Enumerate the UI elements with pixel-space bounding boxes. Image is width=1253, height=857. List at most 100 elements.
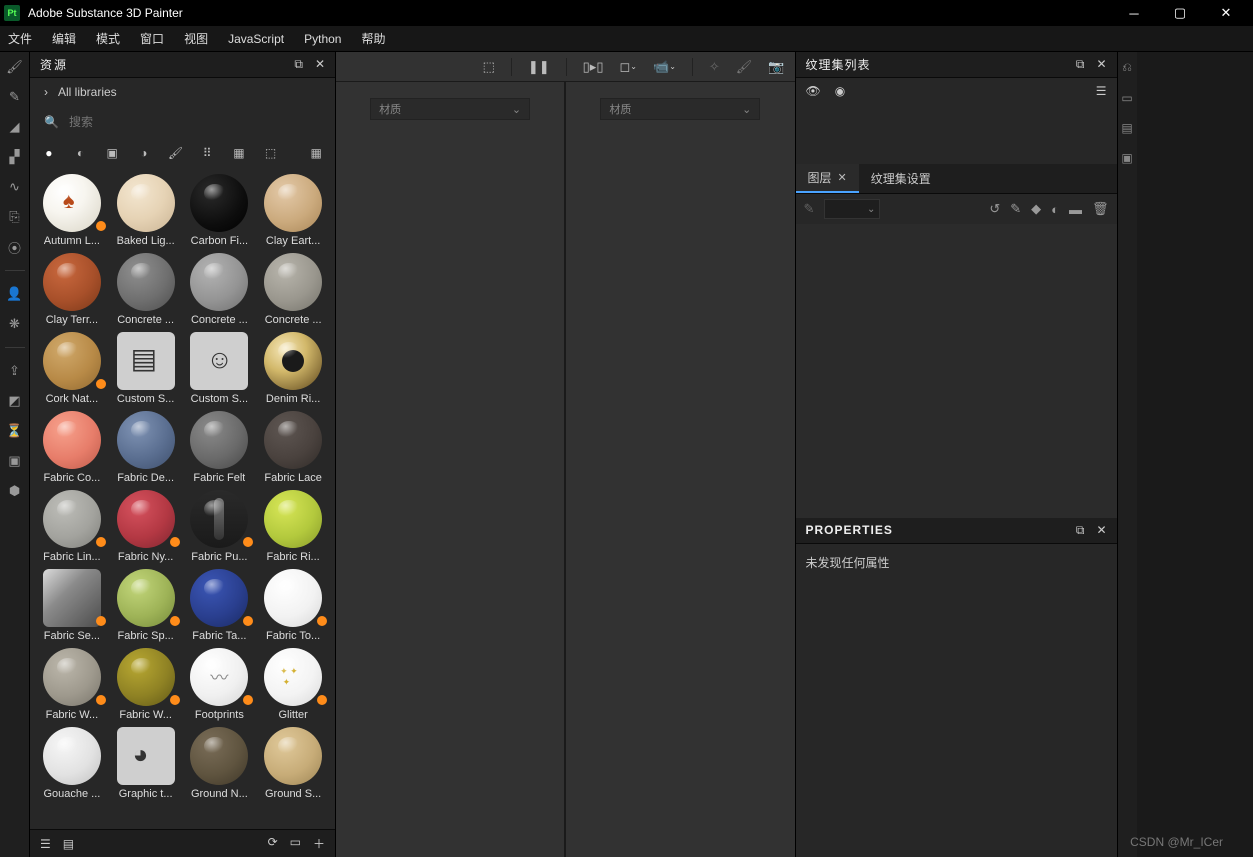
material-item[interactable]: Fabric Pu... [186,490,254,563]
projection-tool-icon[interactable]: ◢ [6,118,24,136]
effects-icon[interactable]: ◐ [1051,202,1059,217]
menu-python[interactable]: Python [304,32,341,46]
menu-view[interactable]: 视图 [184,30,208,47]
material-item[interactable]: Fabric Ta... [186,569,254,642]
menu-mode[interactable]: 模式 [96,30,120,47]
material-item[interactable]: ☺Custom S... [186,332,254,405]
undo-icon[interactable]: ↺ [989,201,1000,217]
settings-icon[interactable]: ❋ [6,315,24,333]
material-item[interactable]: Gouache ... [38,727,106,800]
close-icon[interactable]: ✕ [838,171,847,184]
add-icon[interactable]: ＋ [313,835,325,852]
log-icon[interactable]: ▭ [1121,91,1132,105]
material-item[interactable]: Baked Lig... [112,174,180,247]
folder-add-icon[interactable]: ▬ [1069,202,1082,217]
viewport-2d-dropdown[interactable]: 材质 [600,98,760,120]
eraser-tool-icon[interactable]: ✎ [6,88,24,106]
material-item[interactable]: Fabric Se... [38,569,106,642]
filter-env-icon[interactable]: ⬚ [262,144,280,162]
viewport-3d-dropdown[interactable]: 材质 [370,98,530,120]
menu-file[interactable]: 文件 [8,30,32,47]
material-item[interactable]: ◕Graphic t... [112,727,180,800]
light-icon[interactable]: ✧ [709,59,720,75]
menu-window[interactable]: 窗口 [140,30,164,47]
material-item[interactable]: Clay Terr... [38,253,106,326]
magic-wand-icon[interactable]: ✎ [804,201,815,217]
perspective-icon[interactable]: ◻⌄ [620,59,638,75]
material-item[interactable]: Fabric Lin... [38,490,106,563]
material-item[interactable]: Fabric To... [259,569,327,642]
material-item[interactable]: Fabric Co... [38,411,106,484]
viewport-2d[interactable]: 材质 [566,82,794,857]
smudge-tool-icon[interactable]: ∿ [6,178,24,196]
filter-procedural-icon[interactable]: ▦ [230,144,248,162]
brush-tool-icon[interactable]: 🖌 [6,58,24,76]
visibility-single-icon[interactable]: ◉ [835,84,845,98]
menu-help[interactable]: 帮助 [361,30,385,47]
folder-icon[interactable]: ▭ [290,835,301,852]
display-mode-icon[interactable]: ▯▸▯ [583,59,604,75]
close-panel-icon[interactable]: ✕ [1096,523,1106,538]
filter-brush-icon[interactable]: 🖌 [167,144,185,162]
close-panel-icon[interactable]: ✕ [1096,57,1106,72]
bucket-icon[interactable]: ◆ [1031,201,1041,217]
channels-icon[interactable]: ▤ [1121,121,1132,135]
paint-icon[interactable]: 🖌 [736,59,753,75]
list-view-icon[interactable]: ☰ [40,837,51,851]
popout-icon[interactable]: ⧉ [1076,523,1085,538]
material-item[interactable]: Carbon Fi... [186,174,254,247]
close-button[interactable]: ✕ [1203,0,1249,26]
view-grid-icon[interactable]: ▦ [307,144,325,162]
visibility-all-icon[interactable]: 👁 [806,84,821,98]
material-grid-scroll[interactable]: ♠Autumn L...Baked Lig...Carbon Fi...Clay… [30,168,335,829]
material-item[interactable]: ✦ ✦ ✦Glitter [259,648,327,721]
material-item[interactable]: Ground S... [259,727,327,800]
filter-smart-material-icon[interactable]: ◐ [72,144,90,162]
material-item[interactable]: Fabric Ri... [259,490,327,563]
list-settings-icon[interactable]: ☰ [1096,84,1107,98]
timer-icon[interactable]: ⏳ [6,422,24,440]
material-item[interactable]: Fabric W... [38,648,106,721]
display-icon[interactable]: ▣ [1121,151,1132,165]
search-input[interactable] [69,115,321,129]
resource-icon[interactable]: ▣ [6,452,24,470]
material-item[interactable]: Denim Ri... [259,332,327,405]
export-icon[interactable]: ⇪ [6,362,24,380]
blend-mode-dropdown[interactable]: ⌄ [824,199,880,219]
material-item[interactable]: Fabric Felt [186,411,254,484]
refresh-icon[interactable]: ⟳ [268,835,278,852]
material-item[interactable]: Fabric Lace [259,411,327,484]
symmetry-off-icon[interactable]: ⬚ [483,59,495,75]
filter-particle-icon[interactable]: ⠿ [198,144,216,162]
snapshot-icon[interactable]: 📷 [768,59,784,75]
close-panel-icon[interactable]: ✕ [315,57,325,72]
filter-material-icon[interactable]: ● [40,144,58,162]
material-item[interactable]: Clay Eart... [259,174,327,247]
mask-add-icon[interactable]: ✎ [1010,201,1021,217]
menu-javascript[interactable]: JavaScript [228,32,284,46]
material-item[interactable]: 〰Footprints [186,648,254,721]
delete-layer-icon[interactable]: 🗑 [1092,201,1109,217]
picker-tool-icon[interactable]: ⦿ [6,238,24,256]
material-item[interactable]: Concrete ... [259,253,327,326]
camera-icon[interactable]: 📹⌄ [653,59,676,75]
breadcrumb[interactable]: › All libraries [30,78,335,106]
material-item[interactable]: Cork Nat... [38,332,106,405]
popout-icon[interactable]: ⧉ [1076,57,1085,72]
filter-mask-icon[interactable]: ▣ [103,144,121,162]
viewport-3d[interactable]: 材质 [336,82,564,857]
material-item[interactable]: ♠Autumn L... [38,174,106,247]
fill-tool-icon[interactable]: ▞ [6,148,24,166]
material-item[interactable]: Fabric W... [112,648,180,721]
clone-tool-icon[interactable]: ⎘ [6,208,24,226]
history-icon[interactable]: ⎌ [1122,60,1132,75]
filter-alpha-icon[interactable]: ◑ [135,144,153,162]
popout-icon[interactable]: ⧉ [294,57,303,72]
cube-icon[interactable]: ⬢ [6,482,24,500]
material-item[interactable]: Concrete ... [186,253,254,326]
material-item[interactable]: Fabric De... [112,411,180,484]
material-item[interactable]: Concrete ... [112,253,180,326]
maximize-button[interactable]: ▢ [1157,0,1203,26]
tile-view-icon[interactable]: ▤ [63,837,74,851]
render-icon[interactable]: ◩ [6,392,24,410]
